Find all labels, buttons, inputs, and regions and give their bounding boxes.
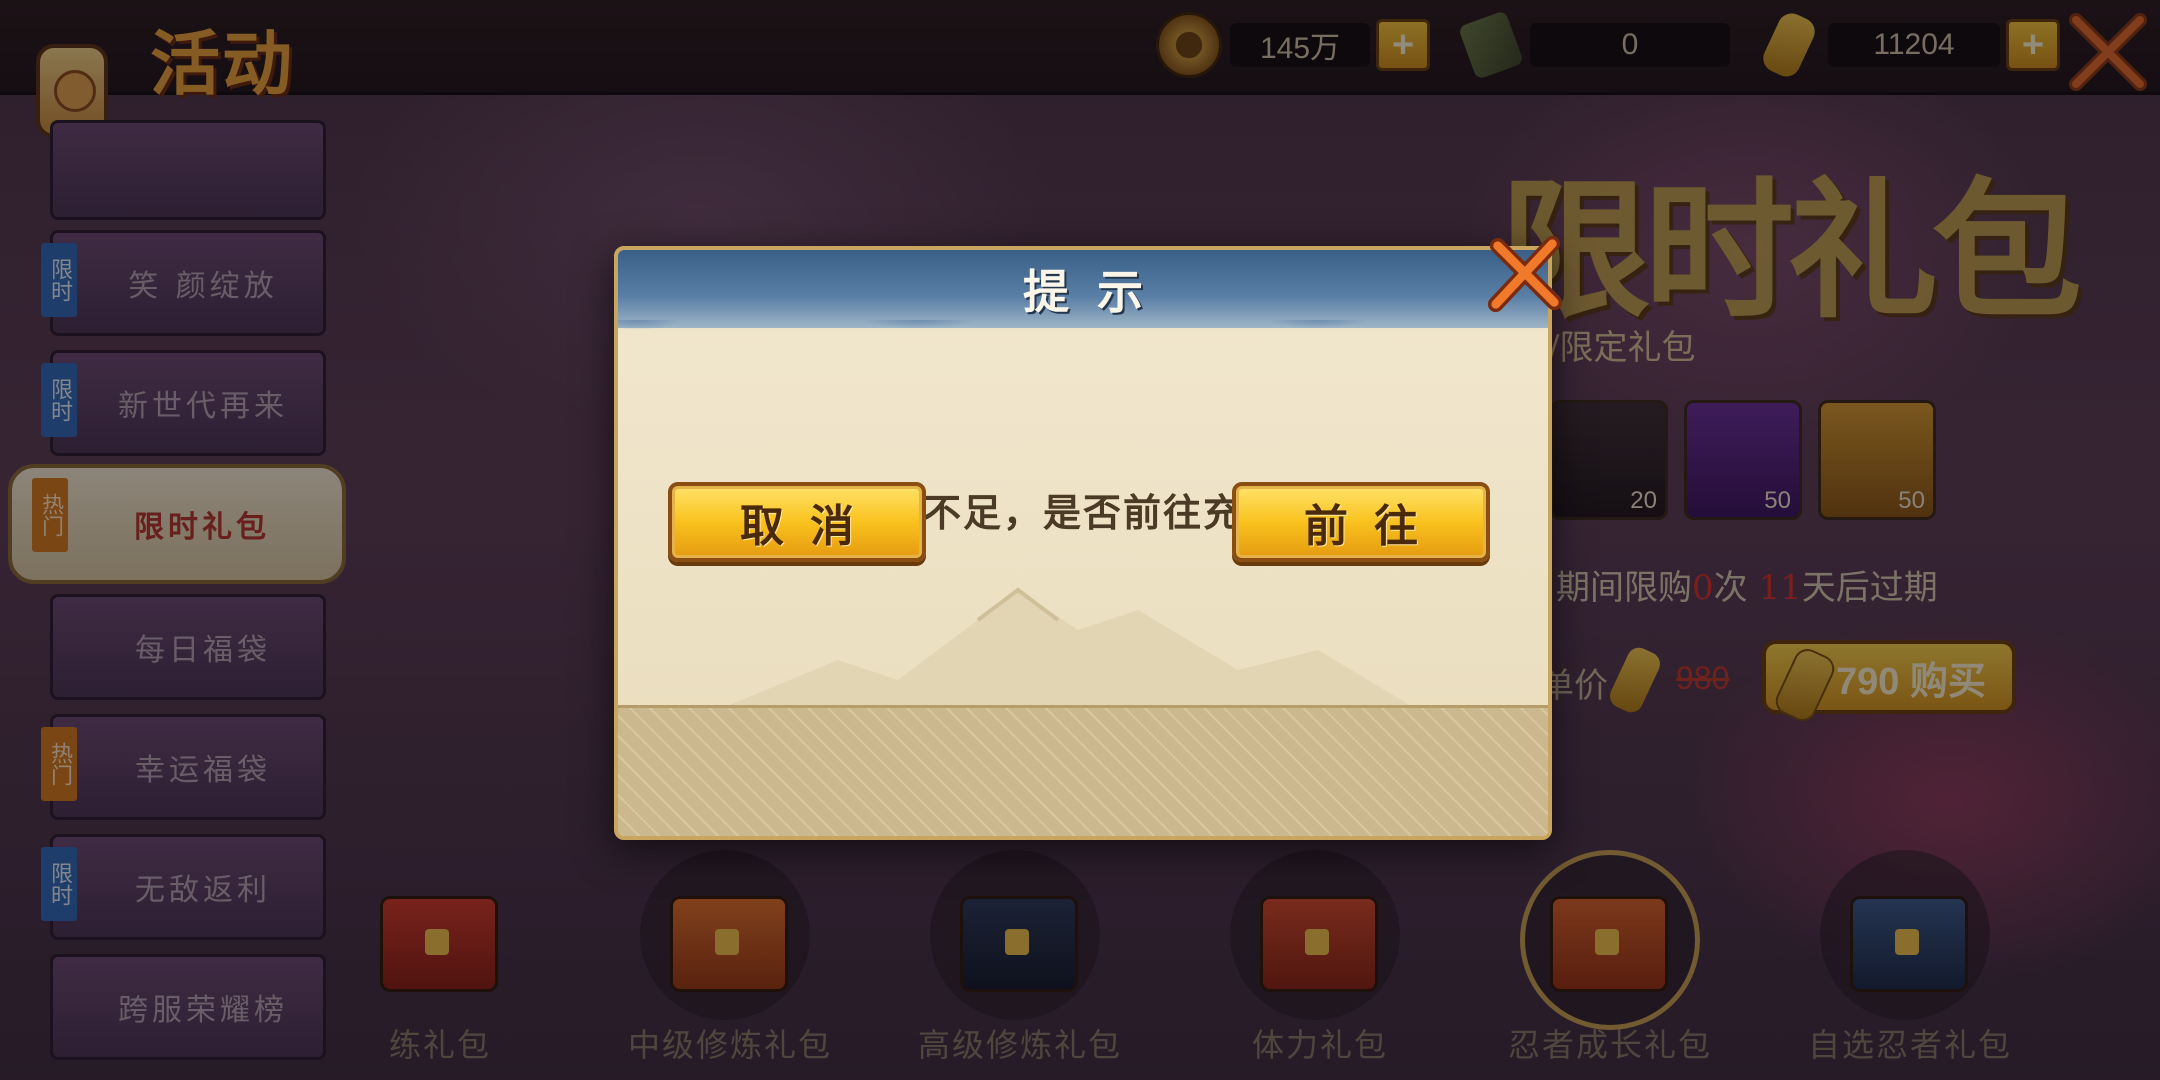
close-icon[interactable]	[1486, 236, 1564, 314]
dialog-header: 提示	[618, 250, 1548, 340]
dialog-footer	[618, 705, 1548, 836]
confirm-button[interactable]: 前往	[1232, 482, 1490, 562]
cancel-button[interactable]: 取消	[668, 482, 926, 562]
dialog-title: 提示	[1023, 265, 1171, 319]
mountain-watermark-icon	[718, 587, 1418, 710]
